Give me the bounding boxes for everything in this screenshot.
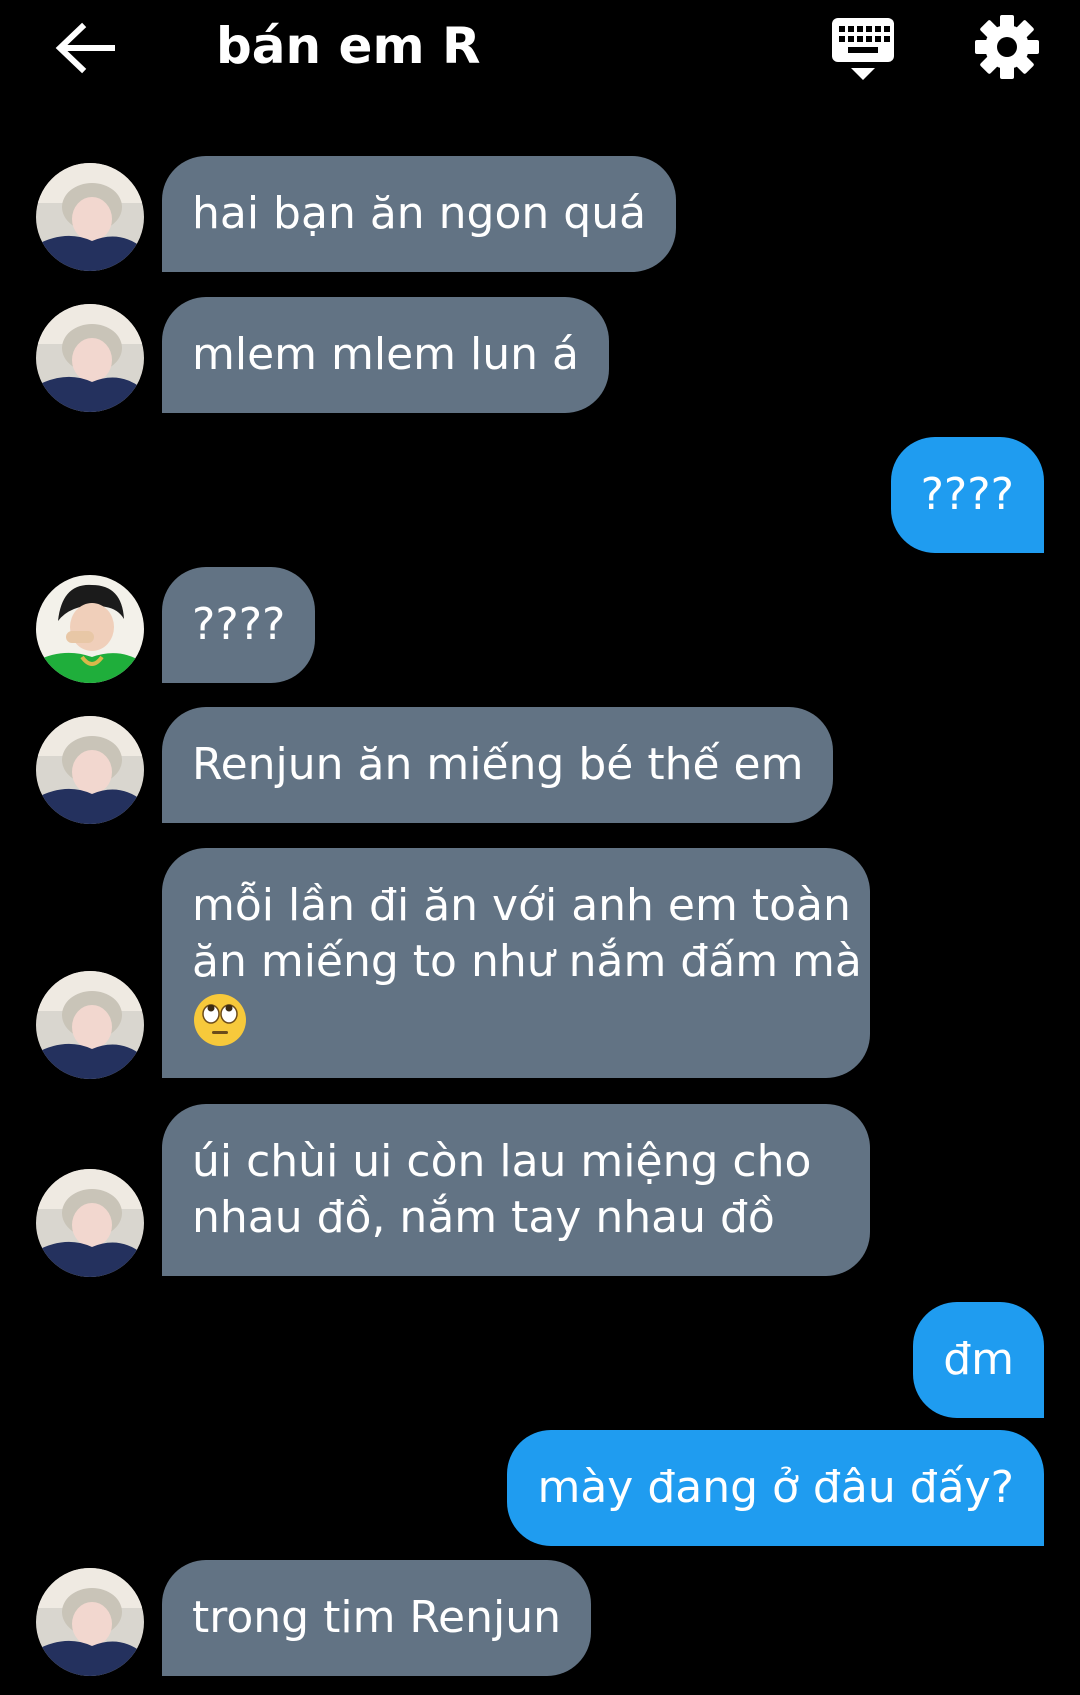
message-text-line: úi chùi ui còn lau miệng cho — [192, 1136, 812, 1187]
avatar[interactable] — [36, 575, 144, 683]
keyboard-toggle-button[interactable] — [828, 14, 898, 84]
message-bubble-outgoing[interactable]: ???? — [890, 437, 1044, 553]
message-bubble-incoming[interactable]: trong tim Renjun — [162, 1560, 591, 1676]
gear-icon — [975, 15, 1039, 79]
message-bubble-outgoing[interactable]: mày đang ở đâu đấy? — [507, 1430, 1044, 1546]
avatar-dark-hair-green-jacket — [36, 575, 144, 683]
message-text: ???? — [192, 599, 286, 650]
settings-button[interactable] — [972, 12, 1042, 82]
avatar[interactable] — [36, 304, 144, 412]
chat-header: bán em R — [0, 0, 1080, 100]
avatar[interactable] — [36, 1568, 144, 1676]
emoji-line — [192, 990, 248, 1046]
message-text: ???? — [920, 469, 1014, 520]
avatar[interactable] — [36, 971, 144, 1079]
avatar[interactable] — [36, 716, 144, 824]
message-text-line: nhau đồ, nắm tay nhau đồ — [192, 1192, 775, 1243]
message-bubble-incoming[interactable]: úi chùi ui còn lau miệng cho nhau đồ, nắ… — [162, 1104, 870, 1276]
message-text: mlem mlem lun á — [192, 329, 579, 380]
message-bubble-incoming[interactable]: hai bạn ăn ngon quá — [162, 156, 677, 272]
message-text: trong tim Renjun — [192, 1592, 561, 1643]
eye-roll-emoji — [194, 994, 246, 1046]
keyboard-hide-icon — [832, 18, 894, 80]
message-text: mày đang ở đâu đấy? — [537, 1462, 1014, 1513]
avatar-light-hair — [36, 971, 144, 1079]
message-text: đm — [943, 1334, 1014, 1385]
arrow-left-icon — [55, 22, 115, 74]
avatar-light-hair — [36, 163, 144, 271]
chat-title: bán em R — [216, 17, 481, 75]
message-text: hai bạn ăn ngon quá — [192, 188, 647, 239]
back-button[interactable] — [50, 18, 120, 78]
chat-screen: bán em R hai bạn ăn ngon quá mlem mlem l… — [0, 0, 1080, 1695]
message-bubble-incoming[interactable]: Renjun ăn miếng bé thế em — [162, 707, 834, 823]
avatar-light-hair — [36, 1169, 144, 1277]
avatar-light-hair — [36, 1568, 144, 1676]
message-bubble-incoming[interactable]: mlem mlem lun á — [162, 297, 609, 413]
avatar-light-hair — [36, 716, 144, 824]
message-text: Renjun ăn miếng bé thế em — [192, 739, 804, 790]
message-text-line: mỗi lần đi ăn với anh em toàn — [192, 880, 851, 931]
avatar[interactable] — [36, 1169, 144, 1277]
message-text-line: ăn miếng to như nắm đấm mà — [192, 936, 862, 987]
message-bubble-incoming[interactable]: ???? — [162, 567, 316, 683]
avatar-light-hair — [36, 304, 144, 412]
message-bubble-incoming[interactable]: mỗi lần đi ăn với anh em toàn ăn miếng t… — [162, 848, 870, 1078]
message-bubble-outgoing[interactable]: đm — [913, 1302, 1044, 1418]
avatar[interactable] — [36, 163, 144, 271]
